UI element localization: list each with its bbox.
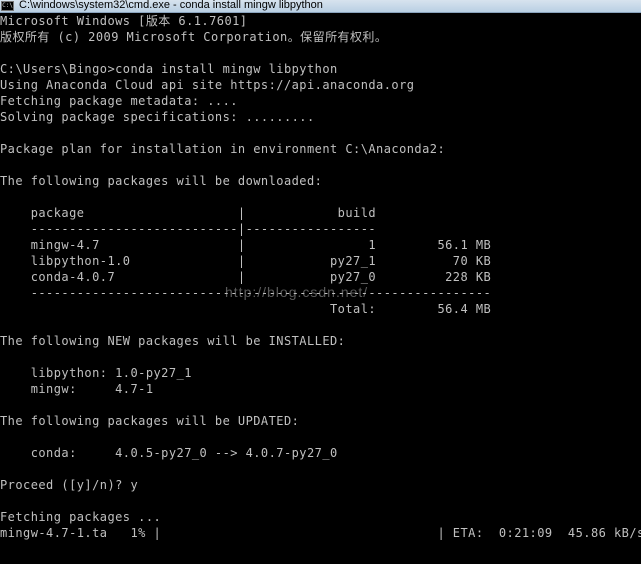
console-line: The following NEW packages will be INSTA… (0, 334, 346, 348)
console-line: Package plan for installation in environ… (0, 142, 446, 156)
console-line: Total: 56.4 MB (0, 302, 492, 316)
console-line: The following packages will be downloade… (0, 174, 323, 188)
console-line: libpython: 1.0-py27_1 (0, 366, 192, 380)
console-line: mingw-4.7-1.ta 1% | | ETA: 0:21:09 45.86… (0, 526, 641, 540)
console-line: Using Anaconda Cloud api site https://ap… (0, 78, 415, 92)
console-line: mingw: 4.7-1 (0, 382, 154, 396)
console-line: The following packages will be UPDATED: (0, 414, 300, 428)
watermark: http://blog.csdn.net/ (225, 284, 369, 300)
console-line: mingw-4.7 | 1 56.1 MB (0, 238, 492, 252)
cmd-icon: C:\ (1, 1, 14, 11)
console-line: Fetching packages ... (0, 510, 162, 524)
console-line: conda: 4.0.5-py27_0 --> 4.0.7-py27_0 (0, 446, 338, 460)
console-line: ---------------------------|------------… (0, 222, 377, 236)
title-bar[interactable]: C:\ C:\windows\system32\cmd.exe - conda … (0, 0, 641, 13)
console-line: Solving package specifications: ........… (0, 110, 315, 124)
cmd-window: C:\ C:\windows\system32\cmd.exe - conda … (0, 0, 641, 564)
console-line: Fetching package metadata: .... (0, 94, 238, 108)
console-line: libpython-1.0 | py27_1 70 KB (0, 254, 492, 268)
console-line: C:\Users\Bingo>conda install mingw libpy… (0, 62, 338, 76)
console-line: package | build (0, 206, 377, 220)
window-title: C:\windows\system32\cmd.exe - conda inst… (19, 0, 323, 11)
console-line: Microsoft Windows [版本 6.1.7601] (0, 14, 248, 28)
console-line: 版权所有 (c) 2009 Microsoft Corporation。保留所有… (0, 30, 388, 44)
console-line: Proceed ([y]/n)? y (0, 478, 139, 492)
console-line: conda-4.0.7 | py27_0 228 KB (0, 270, 492, 284)
